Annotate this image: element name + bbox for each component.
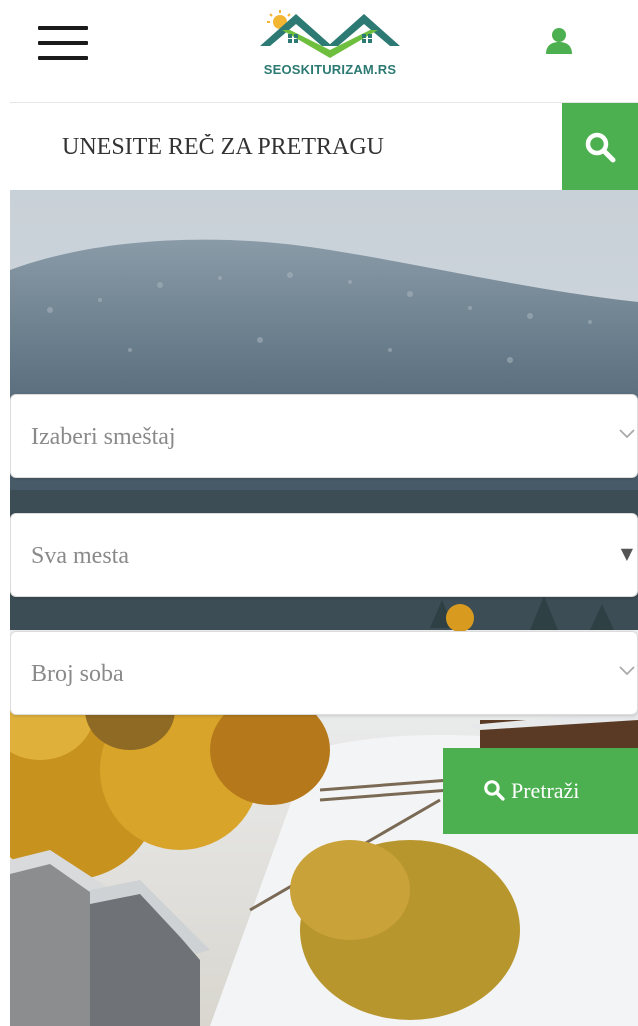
hero-section: Izaberi smeštaj Sva mesta ▼ Broj soba Pr… [10, 190, 638, 1026]
caret-down-icon: ▼ [620, 544, 633, 563]
accommodation-select-value: Izaberi smeštaj [31, 424, 176, 450]
menu-line [38, 41, 88, 45]
places-select[interactable]: Sva mesta ▼ [10, 513, 638, 597]
user-icon[interactable] [544, 26, 574, 56]
search-icon [484, 780, 505, 801]
page: SEOSKITURIZAM.RS UNESITE REČ ZA PRETRAGU… [0, 0, 638, 1026]
menu-line [38, 26, 88, 30]
search-bar [10, 102, 638, 191]
accommodation-select[interactable]: Izaberi smeštaj [10, 394, 638, 478]
submit-button-content: Pretraži [483, 748, 579, 834]
rooms-select-value: Broj soba [31, 661, 124, 687]
header: SEOSKITURIZAM.RS [0, 0, 638, 100]
chevron-down-icon [619, 666, 635, 676]
background-landscape-image [10, 190, 638, 1026]
submit-search-button[interactable]: Pretraži [443, 748, 638, 834]
search-icon [585, 132, 616, 163]
submit-button-label: Pretraži [511, 778, 580, 803]
logo-houses-icon [260, 10, 400, 58]
menu-line [38, 56, 88, 60]
search-button[interactable] [562, 103, 638, 191]
rooms-select[interactable]: Broj soba [10, 631, 638, 715]
search-input[interactable] [10, 103, 562, 191]
logo[interactable]: SEOSKITURIZAM.RS [238, 8, 422, 84]
places-select-value: Sva mesta [31, 543, 129, 569]
chevron-down-icon [619, 429, 635, 439]
logo-text: SEOSKITURIZAM.RS [263, 62, 397, 77]
hamburger-menu-icon[interactable] [38, 24, 90, 64]
